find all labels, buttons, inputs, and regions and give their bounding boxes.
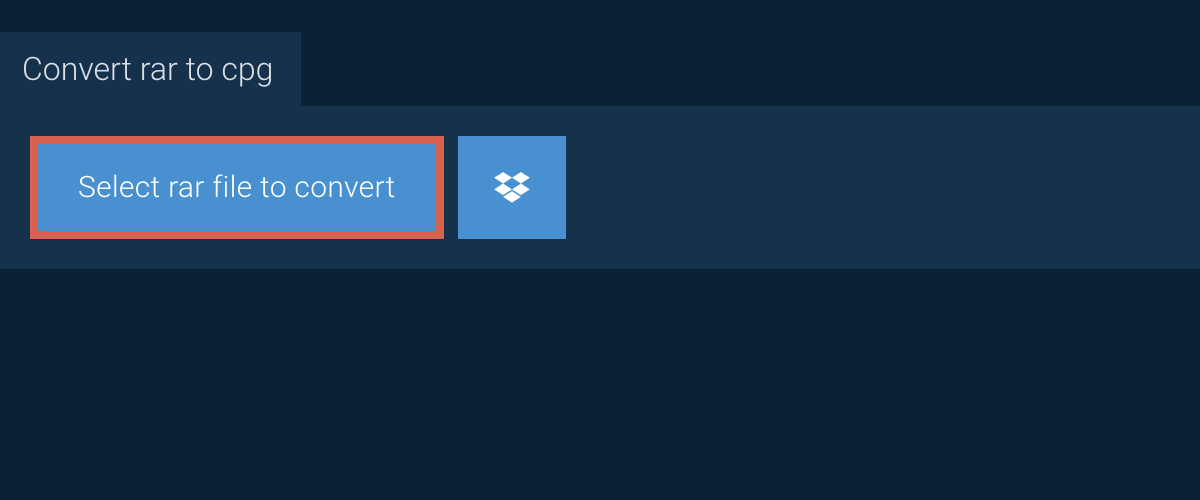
- select-file-button[interactable]: Select rar file to convert: [30, 136, 444, 239]
- button-row: Select rar file to convert: [30, 136, 1170, 239]
- tab-title: Convert rar to cpg: [22, 50, 273, 88]
- tab-bar: Convert rar to cpg: [0, 0, 1200, 106]
- select-file-label: Select rar file to convert: [78, 170, 396, 205]
- converter-panel: Select rar file to convert: [0, 106, 1200, 269]
- dropbox-button[interactable]: [458, 136, 566, 239]
- tab-convert-rar-to-cpg[interactable]: Convert rar to cpg: [0, 32, 301, 106]
